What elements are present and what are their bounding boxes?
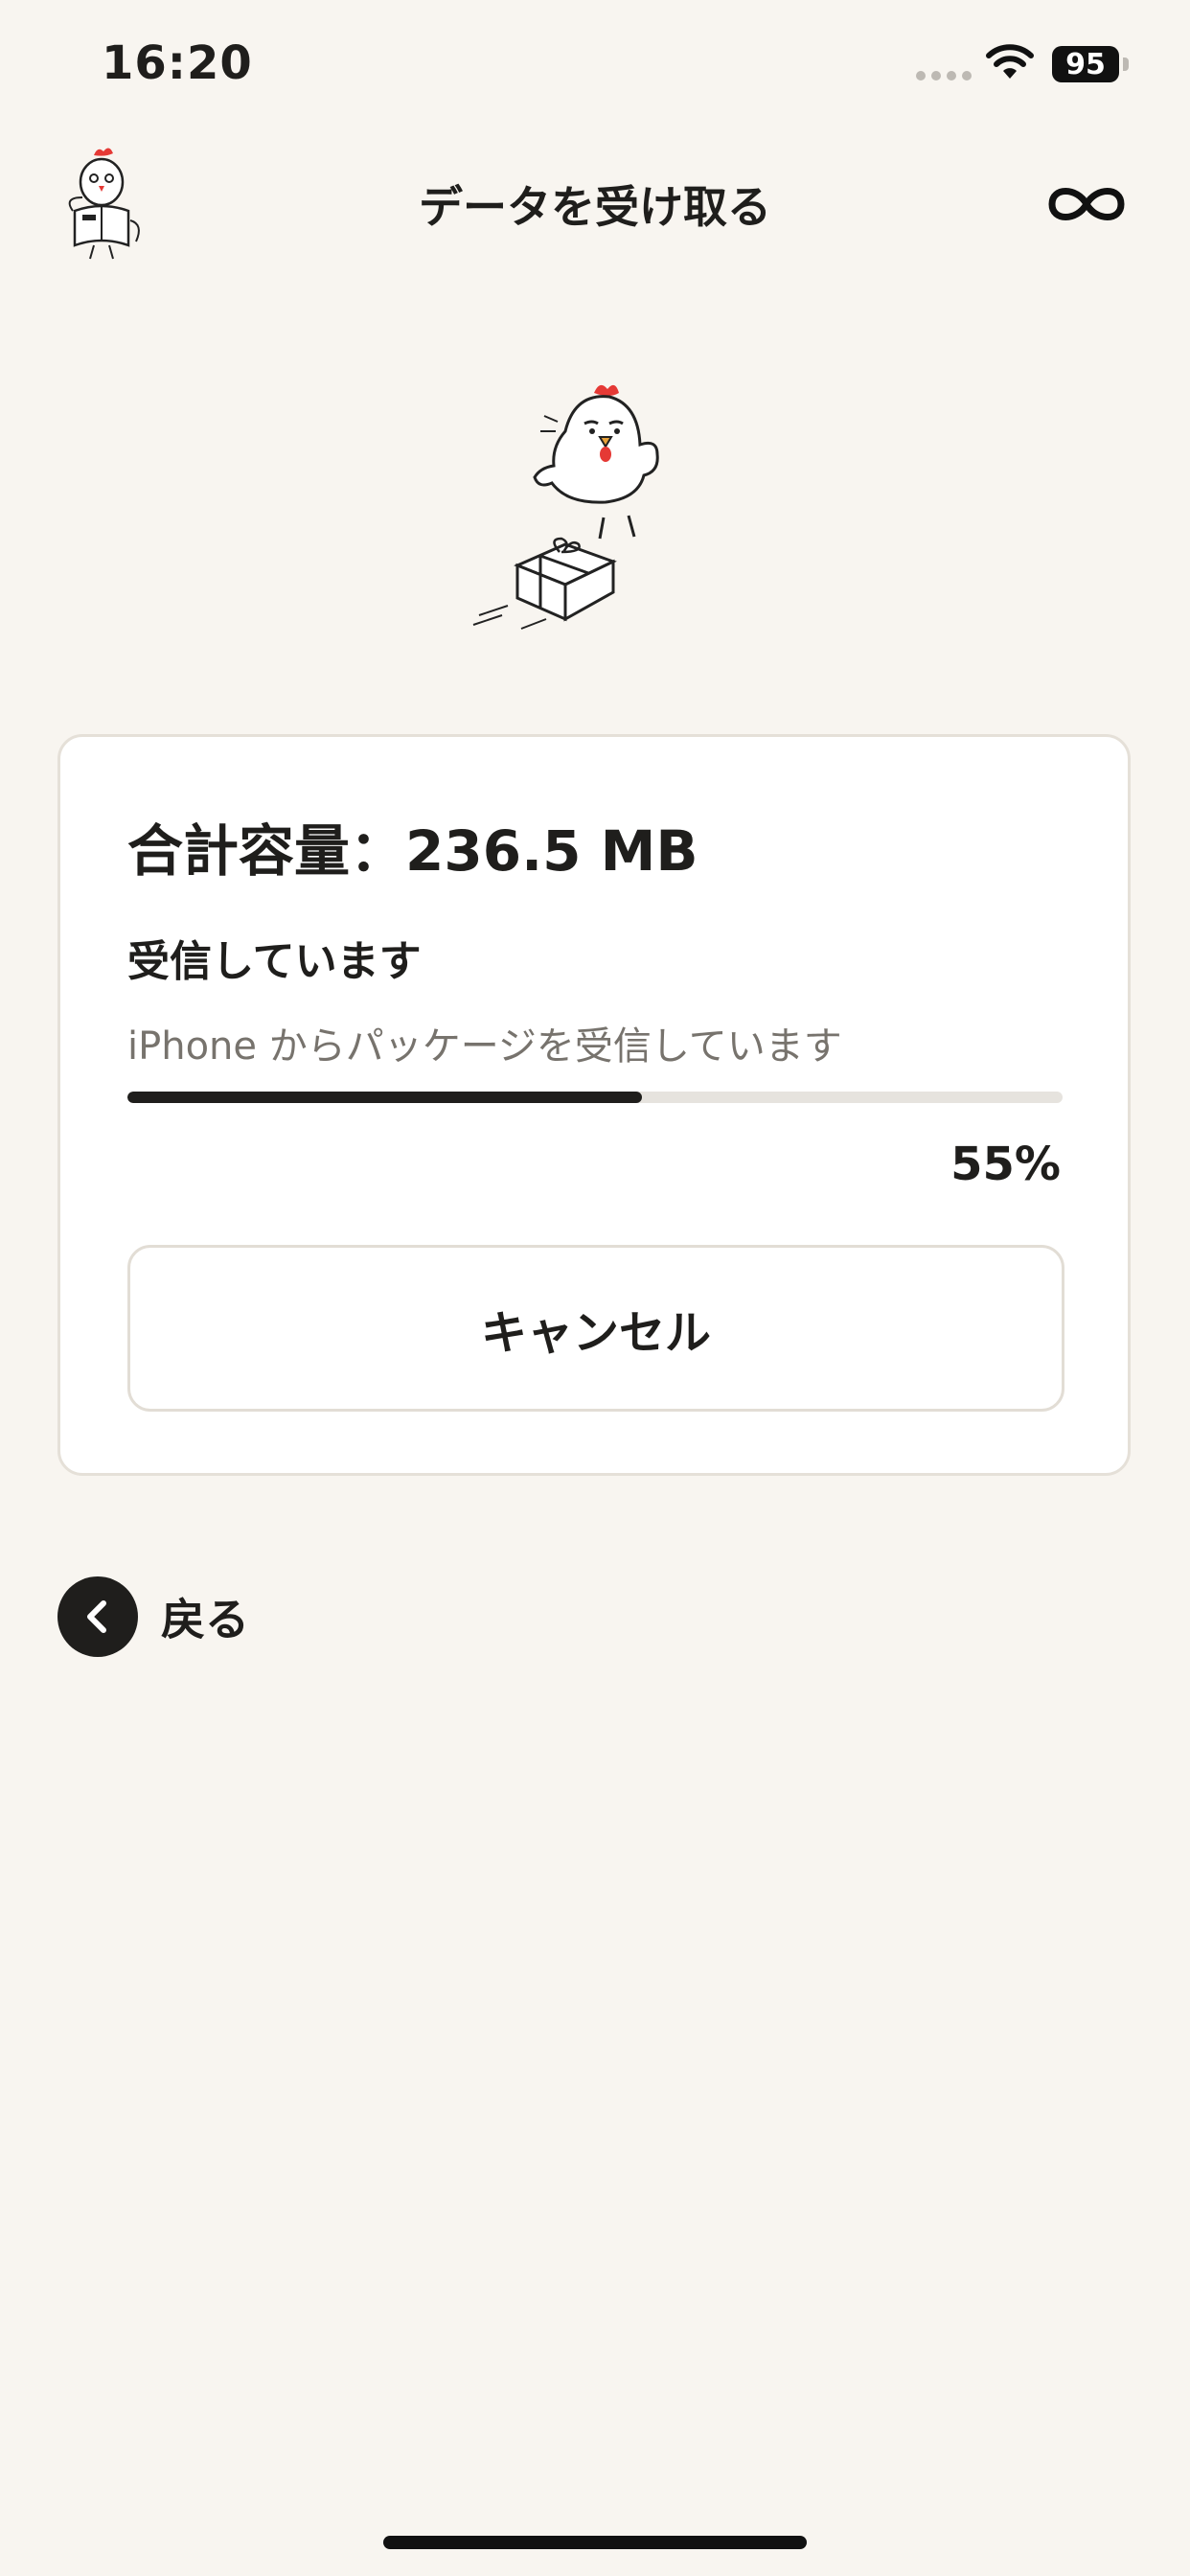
total-size: 合計容量：236.5 MB	[127, 818, 698, 884]
progress-bar-fill	[127, 1092, 642, 1103]
home-indicator	[383, 2536, 807, 2549]
cellular-signal-icon	[916, 71, 972, 80]
back-button[interactable]: 戻る	[57, 1576, 249, 1658]
chevron-left-icon[interactable]	[57, 1576, 138, 1657]
progress-bar	[127, 1092, 1063, 1103]
infinity-icon[interactable]	[1044, 172, 1129, 236]
back-label: 戻る	[161, 1594, 249, 1645]
status-time: 16:20	[102, 36, 253, 90]
chicken-with-package-icon	[472, 384, 659, 630]
status-detail: iPhone からパッケージを受信しています	[127, 1024, 842, 1069]
page-title: データを受け取る	[419, 181, 771, 233]
status-bar: 16:20 95	[0, 0, 1190, 134]
progress-percent: 55%	[950, 1138, 1061, 1191]
status-heading: 受信しています	[127, 937, 422, 986]
transfer-card: 合計容量：236.5 MB 受信しています iPhone からパッケージを受信し…	[57, 734, 1131, 1476]
battery-cap	[1123, 58, 1129, 71]
battery-indicator: 95	[1052, 46, 1119, 82]
header: データを受け取る	[0, 134, 1190, 278]
cancel-button[interactable]: キャンセル	[127, 1245, 1064, 1412]
wifi-icon	[986, 44, 1034, 79]
